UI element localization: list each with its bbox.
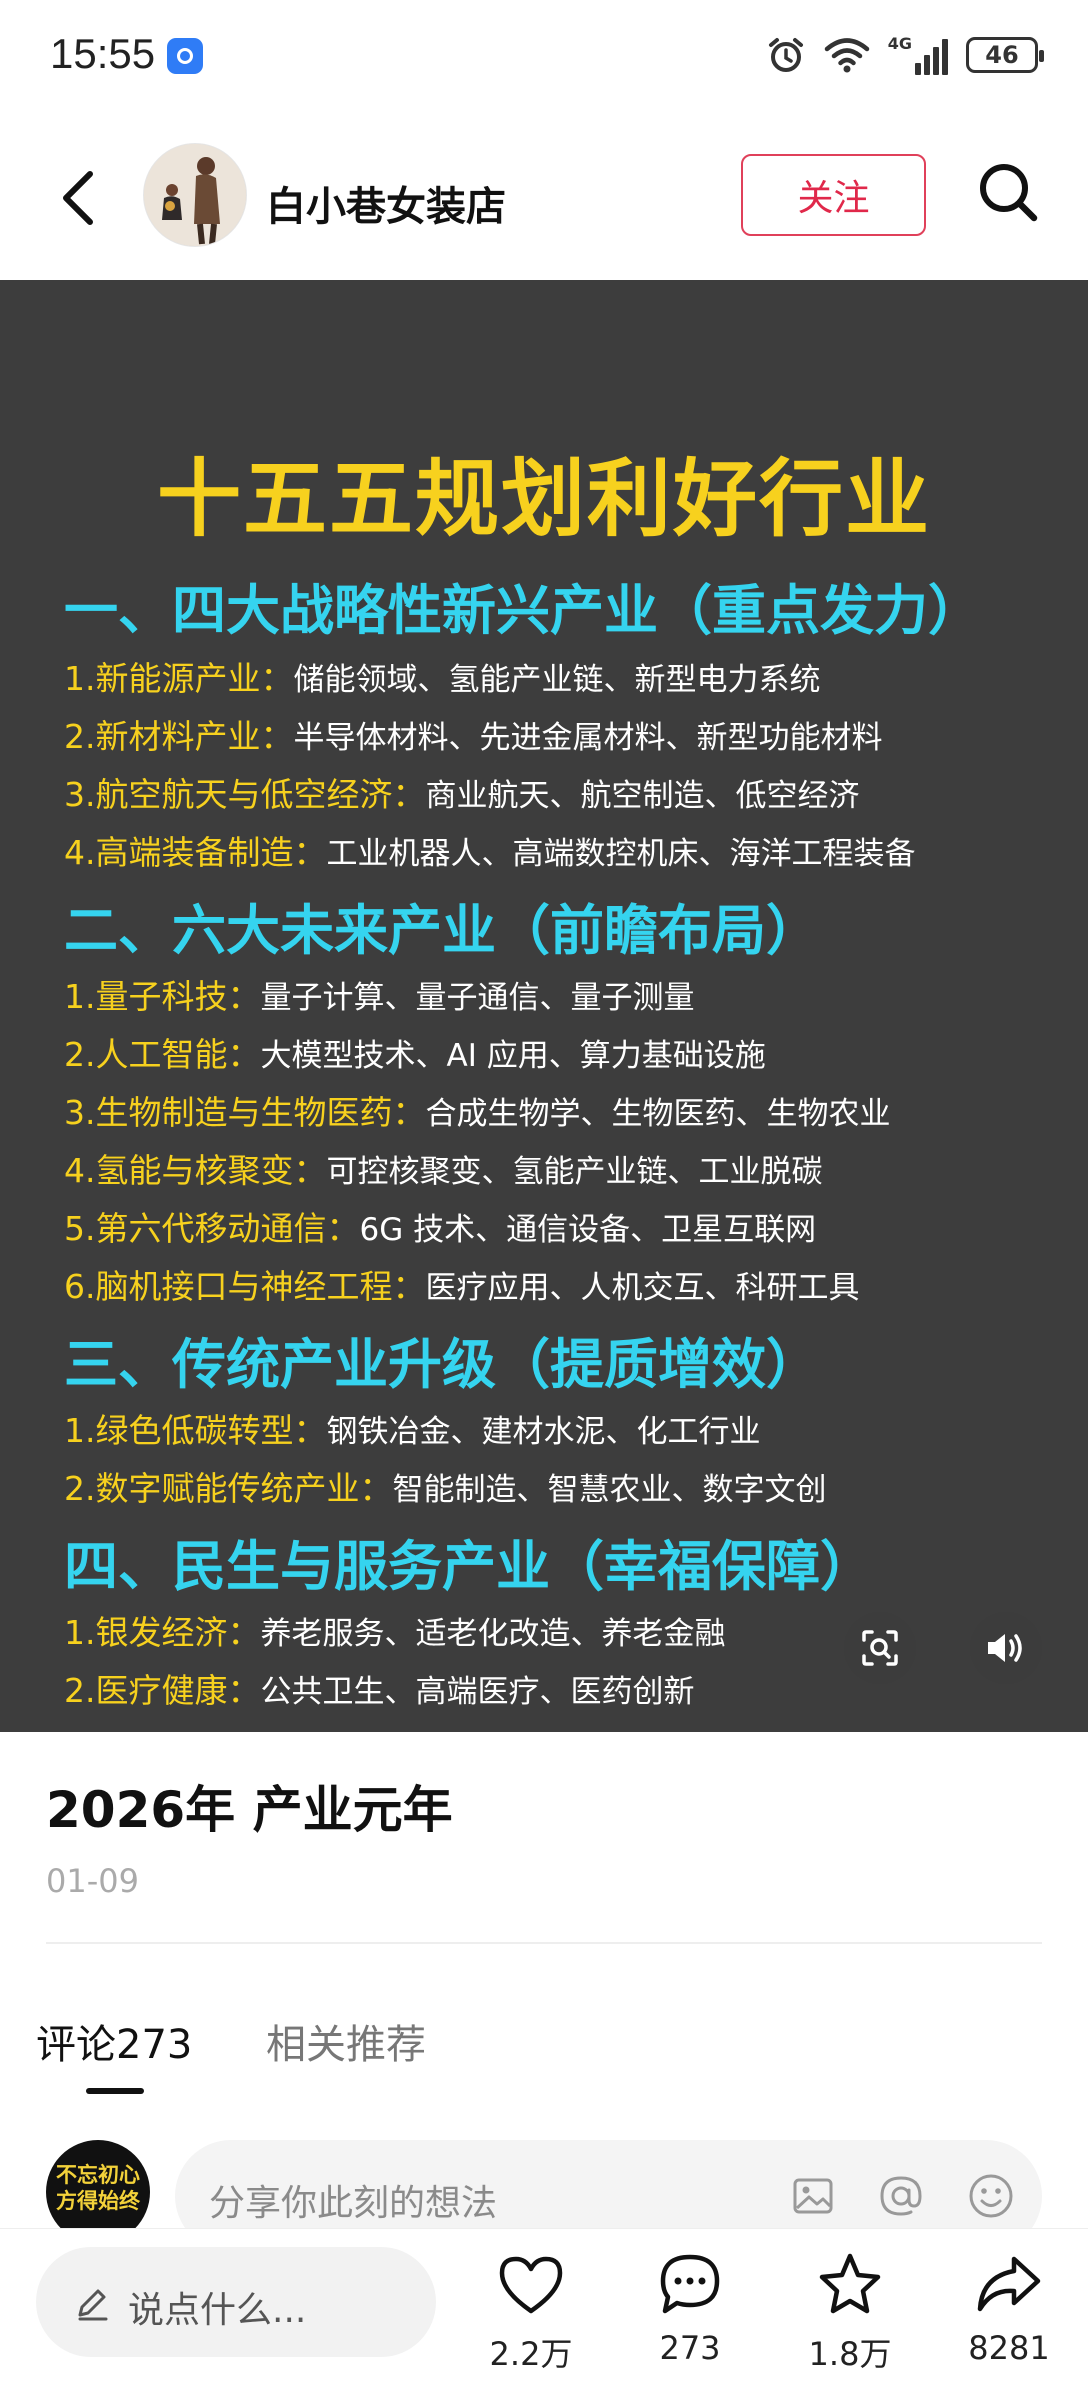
scan-search-icon xyxy=(862,1630,898,1666)
tab-comments[interactable]: 评论273 xyxy=(36,2012,192,2070)
battery-level: 46 xyxy=(985,41,1019,69)
tab-related[interactable]: 相关推荐 xyxy=(266,2012,426,2070)
item-label: 2.新材料产业： xyxy=(64,717,294,756)
network-signal-icon: 4G xyxy=(888,35,948,75)
item-label: 6.脑机接口与神经工程： xyxy=(64,1267,426,1306)
favorite-count: 1.8万 xyxy=(808,2335,892,2373)
item-value: 医疗应用、人机交互、科研工具 xyxy=(425,1270,860,1306)
section-heading: 二、六大未来产业（前瞻布局） xyxy=(64,899,820,962)
post-title: 2026年 产业元年 xyxy=(46,1781,453,1839)
back-button[interactable] xyxy=(48,164,112,232)
list-item: 1.量子科技：量子计算、量子通信、量子测量 xyxy=(64,970,695,1018)
list-item: 4.氢能与核聚变：可控核聚变、氢能产业链、工业脱碳 xyxy=(64,1144,823,1192)
heart-icon xyxy=(499,2256,563,2314)
item-value: 智能制造、智慧农业、数字文创 xyxy=(392,1472,827,1508)
list-item: 4.高端装备制造：工业机器人、高端数控机床、海洋工程装备 xyxy=(64,826,916,874)
share-count: 8281 xyxy=(968,2329,1050,2367)
comment-count: 273 xyxy=(659,2329,721,2367)
like-button[interactable]: 2.2万 xyxy=(476,2251,586,2375)
section-heading: 一、四大战略性新兴产业（重点发力） xyxy=(64,579,982,642)
status-time: 15:55 xyxy=(50,30,156,77)
share-arrow-icon xyxy=(977,2256,1041,2312)
avatar-photo xyxy=(144,144,246,246)
item-label: 1.新能源产业： xyxy=(64,659,294,698)
item-label: 1.银发经济： xyxy=(64,1613,261,1652)
item-value: 商业航天、航空制造、低空经济 xyxy=(425,778,860,814)
image-scan-button[interactable] xyxy=(844,1612,916,1684)
item-label: 4.氢能与核聚变： xyxy=(64,1151,327,1190)
item-label: 5.第六代移动通信： xyxy=(64,1209,360,1248)
item-value: 养老服务、适老化改造、养老金融 xyxy=(260,1616,726,1652)
image-title: 十五五规划利好行业 xyxy=(156,450,931,548)
item-value: 合成生物学、生物医药、生物农业 xyxy=(425,1096,891,1132)
item-value: 钢铁冶金、建材水泥、化工行业 xyxy=(326,1414,761,1450)
pencil-icon xyxy=(78,2289,108,2321)
item-value: 可控核聚变、氢能产业链、工业脱碳 xyxy=(326,1154,823,1190)
list-item: 2.数字赋能传统产业：智能制造、智慧农业、数字文创 xyxy=(64,1462,827,1510)
active-tab-indicator xyxy=(86,2088,144,2094)
item-value: 6G 技术、通信设备、卫星互联网 xyxy=(359,1212,817,1248)
item-value: 大模型技术、AI 应用、算力基础设施 xyxy=(260,1038,766,1074)
item-label: 1.量子科技： xyxy=(64,977,261,1016)
item-value: 量子计算、量子通信、量子测量 xyxy=(260,980,695,1016)
list-item: 3.生物制造与生物医药：合成生物学、生物医药、生物农业 xyxy=(64,1086,891,1134)
post-image[interactable]: 十五五规划利好行业 一、四大战略性新兴产业（重点发力） 1.新能源产业：储能领域… xyxy=(0,280,1088,1732)
list-item: 1.新能源产业：储能领域、氢能产业链、新型电力系统 xyxy=(64,652,821,700)
list-item: 2.新材料产业：半导体材料、先进金属材料、新型功能材料 xyxy=(64,710,883,758)
item-value: 储能领域、氢能产业链、新型电力系统 xyxy=(293,662,821,698)
speaker-icon xyxy=(988,1634,1022,1662)
post-date: 01-09 xyxy=(46,1862,139,1900)
say-something-input[interactable]: 说点什么... xyxy=(36,2247,436,2357)
section-heading: 四、民生与服务产业（幸福保障） xyxy=(64,1535,874,1598)
item-label: 1.绿色低碳转型： xyxy=(64,1411,327,1450)
shop-avatar[interactable] xyxy=(143,143,247,247)
volume-button[interactable] xyxy=(970,1612,1042,1684)
list-item: 1.银发经济：养老服务、适老化改造、养老金融 xyxy=(64,1606,726,1654)
bottom-action-bar: 说点什么... 2.2万 273 1.8万 8281 xyxy=(0,2228,1088,2400)
item-label: 2.数字赋能传统产业： xyxy=(64,1469,393,1508)
item-label: 2.人工智能： xyxy=(64,1035,261,1074)
item-value: 半导体材料、先进金属材料、新型功能材料 xyxy=(293,720,883,756)
list-item: 2.医疗健康：公共卫生、高端医疗、医药创新 xyxy=(64,1664,695,1712)
post-header: 白小巷女装店 关注 xyxy=(0,116,1088,280)
status-icons: 4G 46 xyxy=(766,32,1044,78)
divider xyxy=(46,1942,1042,1944)
search-button[interactable] xyxy=(972,156,1044,228)
chevron-left-icon xyxy=(63,171,93,225)
wifi-icon xyxy=(824,38,869,73)
follow-button[interactable]: 关注 xyxy=(741,154,926,236)
status-bar: 15:55 4G 46 xyxy=(0,0,1088,116)
list-item: 1.绿色低碳转型：钢铁冶金、建材水泥、化工行业 xyxy=(64,1404,761,1452)
item-label: 3.航空航天与低空经济： xyxy=(64,775,426,814)
like-count: 2.2万 xyxy=(489,2335,573,2373)
item-label: 2.医疗健康： xyxy=(64,1671,261,1710)
app-notification-icon xyxy=(167,38,203,74)
star-icon xyxy=(819,2253,881,2314)
alarm-icon xyxy=(768,38,803,72)
share-button[interactable]: 8281 xyxy=(954,2251,1064,2367)
favorite-button[interactable]: 1.8万 xyxy=(795,2251,905,2375)
network-type: 4G xyxy=(887,34,912,53)
list-item: 6.脑机接口与神经工程：医疗应用、人机交互、科研工具 xyxy=(64,1260,860,1308)
comment-placeholder: 分享你此刻的想法 xyxy=(209,2183,498,2224)
list-item: 3.航空航天与低空经济：商业航天、航空制造、低空经济 xyxy=(64,768,860,816)
battery-indicator: 46 xyxy=(966,37,1044,73)
list-item: 2.人工智能：大模型技术、AI 应用、算力基础设施 xyxy=(64,1028,766,1076)
item-value: 公共卫生、高端医疗、医药创新 xyxy=(260,1674,695,1710)
comment-bubble-icon xyxy=(660,2254,720,2314)
item-label: 4.高端装备制造： xyxy=(64,833,327,872)
say-placeholder: 说点什么... xyxy=(128,2290,307,2331)
mention-icon[interactable] xyxy=(875,2170,927,2222)
item-value: 工业机器人、高端数控机床、海洋工程装备 xyxy=(326,836,916,872)
image-icon[interactable] xyxy=(787,2170,839,2222)
comment-button[interactable]: 273 xyxy=(635,2251,745,2367)
list-item: 5.第六代移动通信：6G 技术、通信设备、卫星互联网 xyxy=(64,1202,816,1250)
shop-name[interactable]: 白小巷女装店 xyxy=(266,174,506,232)
emoji-icon[interactable] xyxy=(965,2170,1017,2222)
search-icon xyxy=(980,164,1038,222)
item-label: 3.生物制造与生物医药： xyxy=(64,1093,426,1132)
section-heading: 三、传统产业升级（提质增效） xyxy=(64,1333,820,1396)
